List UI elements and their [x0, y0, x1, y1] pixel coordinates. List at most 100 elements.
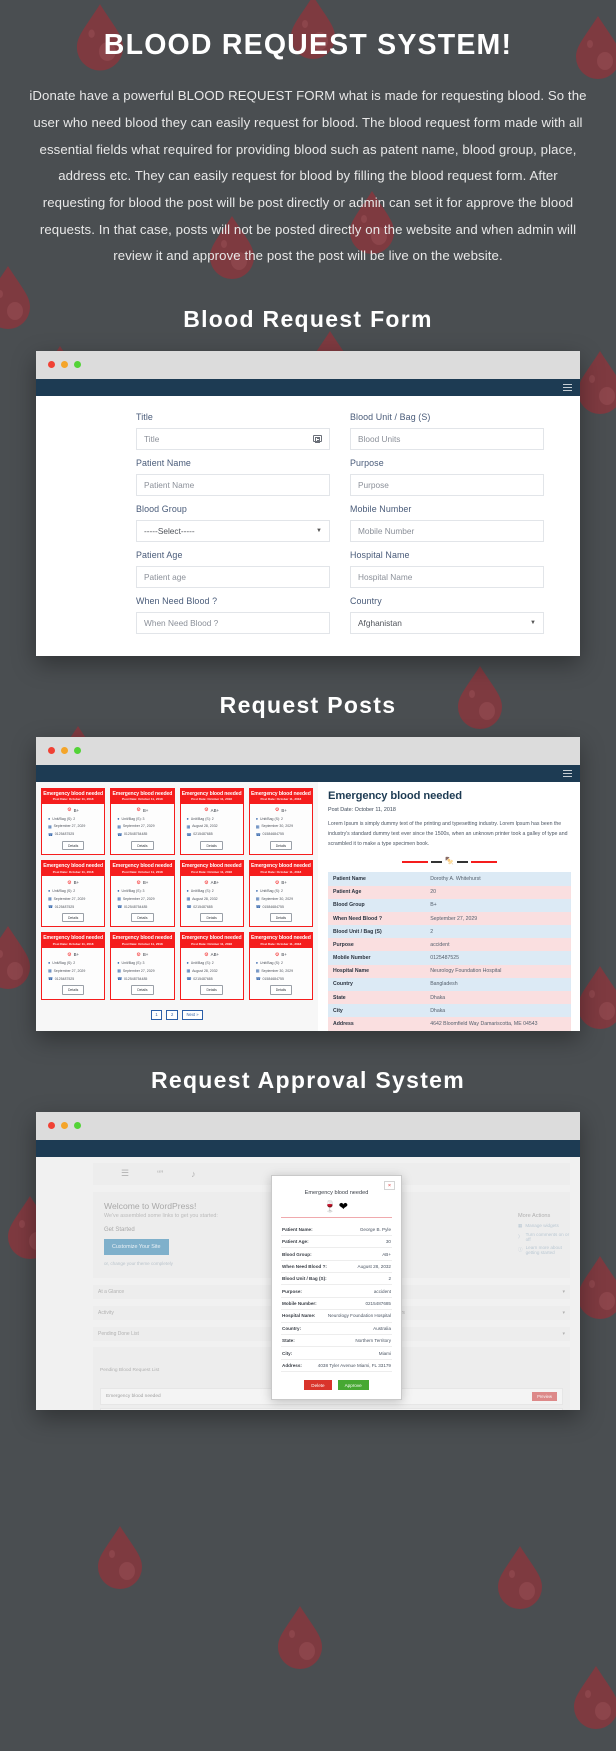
post-card-body: ⚙ AB+ ● Unit/Bag (S): 2 ▦ August 28, 2032 ☎ 021… — [181, 948, 243, 998]
droplet-icon: ● — [186, 816, 189, 821]
window-close-dot[interactable] — [48, 1122, 55, 1130]
chevron-down-icon[interactable]: ▾ — [562, 1289, 565, 1295]
post-card-group-row: ⚙ B+ — [115, 952, 169, 958]
pagination-item[interactable]: Next » — [181, 1009, 204, 1020]
post-card-header: Emergency blood needed Post Date: October… — [42, 933, 105, 949]
post-card[interactable]: Emergency blood needed Post Date: October… — [179, 787, 244, 856]
window-minimize-dot[interactable] — [61, 1122, 68, 1130]
post-card-units: Unit/Bag (S): 2 — [260, 816, 284, 821]
input-when-need-blood[interactable]: When Need Blood ? — [136, 611, 330, 634]
media-icon[interactable]: ♪ — [191, 1169, 196, 1179]
form-field-grid: Title Title Blood Unit / Bag (S) Blood U… — [136, 412, 580, 642]
detail-key: Patient Name — [328, 872, 426, 886]
chevron-down-icon[interactable]: ▾ — [562, 1331, 565, 1337]
input-title[interactable]: Title — [136, 427, 330, 450]
hamburger-menu-icon[interactable] — [563, 769, 572, 777]
blood-group-icon: ⚙ — [204, 951, 209, 958]
details-button[interactable]: Details — [61, 985, 85, 995]
modal-row-key: Hospital Name: — [282, 1313, 316, 1319]
details-button[interactable]: Details — [131, 840, 154, 851]
post-card-need-date: August 28, 2032 — [192, 896, 218, 901]
details-button[interactable]: Details — [200, 840, 223, 851]
post-card[interactable]: Emergency blood needed Post Date: October… — [179, 860, 244, 928]
post-card[interactable]: Emergency blood needed Post Date: October… — [41, 860, 106, 928]
form-left-gutter — [36, 412, 136, 642]
preview-button[interactable]: Preview — [532, 1391, 557, 1401]
post-card-title: Emergency blood needed — [250, 790, 311, 797]
post-card-phone: 0215487685 — [193, 904, 213, 909]
post-card[interactable]: Emergency blood needed Post Date: October… — [179, 932, 244, 1000]
phone-icon: ☎ — [117, 977, 122, 982]
delete-button[interactable]: Delete — [304, 1380, 332, 1391]
details-button[interactable]: Details — [131, 985, 154, 995]
more-action-item[interactable]: 〉 Turn comments on or off — [518, 1232, 574, 1242]
pending-row-label: Emergency blood needed — [106, 1393, 161, 1399]
input-hospital-name[interactable]: Hospital Name — [350, 565, 544, 588]
details-button[interactable]: Details — [269, 985, 293, 995]
window-maximize-dot[interactable] — [74, 747, 81, 755]
field-when-need-blood: When Need Blood ? When Need Blood ? — [136, 596, 330, 634]
select-blood-group[interactable]: -----Select----- ▼ — [136, 519, 330, 542]
customize-site-button[interactable]: Customize Your Site — [104, 1238, 169, 1255]
modal-row-value: Northern Territory — [355, 1338, 391, 1344]
input-mobile-number-placeholder: Mobile Number — [358, 525, 415, 536]
more-action-item[interactable]: ▦ Manage widgets — [518, 1223, 574, 1229]
wp-admin-sidebar[interactable] — [36, 1156, 91, 1410]
post-card[interactable]: Emergency blood needed Post Date: October… — [41, 932, 106, 1000]
input-patient-name[interactable]: Patient Name — [136, 473, 330, 496]
pending-row[interactable]: Emergency blood needed Preview — [100, 1407, 563, 1410]
post-card-body: ⚙ B+ ● Unit/Bag (S): 3 ▦ September 27, 2029 ☎ 0… — [111, 948, 173, 998]
post-card-date-row: ▦ September 30, 2029 — [254, 968, 308, 974]
window-maximize-dot[interactable] — [74, 361, 81, 369]
details-button[interactable]: Details — [269, 913, 293, 923]
window-maximize-dot[interactable] — [74, 1122, 81, 1130]
post-card-date-row: ▦ August 28, 2032 — [185, 968, 239, 974]
post-card[interactable]: Emergency blood needed Post Date: October… — [41, 787, 106, 856]
window-close-dot[interactable] — [48, 361, 55, 369]
detail-value: Dhaka — [425, 991, 571, 1005]
input-patient-age[interactable]: Patient age — [136, 565, 330, 588]
chevron-down-icon[interactable]: ▾ — [562, 1310, 565, 1316]
approve-button[interactable]: Approve — [337, 1380, 369, 1391]
modal-row: Blood Group: AB+ — [281, 1248, 392, 1261]
input-blood-unit[interactable]: Blood Units — [350, 427, 544, 450]
post-card[interactable]: Emergency blood needed Post Date: October… — [110, 787, 175, 856]
details-button[interactable]: Details — [200, 913, 223, 923]
post-card[interactable]: Emergency blood needed Post Date: October… — [110, 860, 175, 928]
close-icon[interactable]: × — [384, 1180, 395, 1190]
browser-window-approval: ☰ “” ♪ Welcome to WordPress! We've assem… — [36, 1111, 580, 1410]
input-mobile-number[interactable]: Mobile Number — [350, 519, 544, 542]
list-icon[interactable]: ☰ — [121, 1168, 129, 1179]
hamburger-menu-icon[interactable] — [563, 383, 572, 391]
window-close-dot[interactable] — [48, 747, 55, 755]
input-purpose[interactable]: Purpose — [350, 473, 544, 496]
post-card-group-row: ⚙ B+ — [46, 880, 100, 886]
details-button[interactable]: Details — [200, 985, 223, 995]
calendar-icon: ▦ — [255, 824, 260, 829]
details-button[interactable]: Details — [61, 913, 85, 923]
post-card[interactable]: Emergency blood needed Post Date: October… — [248, 787, 313, 856]
quote-icon[interactable]: “” — [157, 1169, 163, 1179]
label-blood-unit: Blood Unit / Bag (S) — [350, 411, 431, 422]
select-country[interactable]: Afghanistan ▼ — [350, 611, 544, 634]
post-card-date-row: ▦ August 28, 2032 — [185, 896, 239, 902]
post-card-phone: 01584684755 — [262, 904, 284, 909]
details-button[interactable]: Details — [131, 913, 154, 923]
post-card-group-row: ⚙ B+ — [254, 807, 308, 813]
post-card[interactable]: Emergency blood needed Post Date: October… — [248, 932, 313, 1000]
post-card-phone: 0215487685 — [193, 832, 213, 837]
more-action-item[interactable]: ⓘ Learn more about getting started — [518, 1245, 574, 1255]
more-actions-title: More Actions — [518, 1212, 551, 1219]
post-card-phone: 01584684755 — [262, 832, 284, 837]
modal-row-value: 4038 Tyler Avenue Miami, FL 33179 — [317, 1362, 391, 1368]
post-card[interactable]: Emergency blood needed Post Date: October… — [110, 932, 175, 1000]
post-card[interactable]: Emergency blood needed Post Date: October… — [248, 860, 313, 928]
details-button[interactable]: Details — [269, 840, 293, 851]
modal-row-key: City: — [282, 1350, 293, 1356]
details-button[interactable]: Details — [61, 840, 85, 851]
window-minimize-dot[interactable] — [61, 747, 68, 755]
post-card-header: Emergency blood needed Post Date: October… — [111, 861, 174, 877]
pagination-item[interactable]: 2 — [166, 1009, 178, 1020]
pagination-item[interactable]: 1 — [150, 1009, 163, 1020]
window-minimize-dot[interactable] — [61, 361, 68, 369]
